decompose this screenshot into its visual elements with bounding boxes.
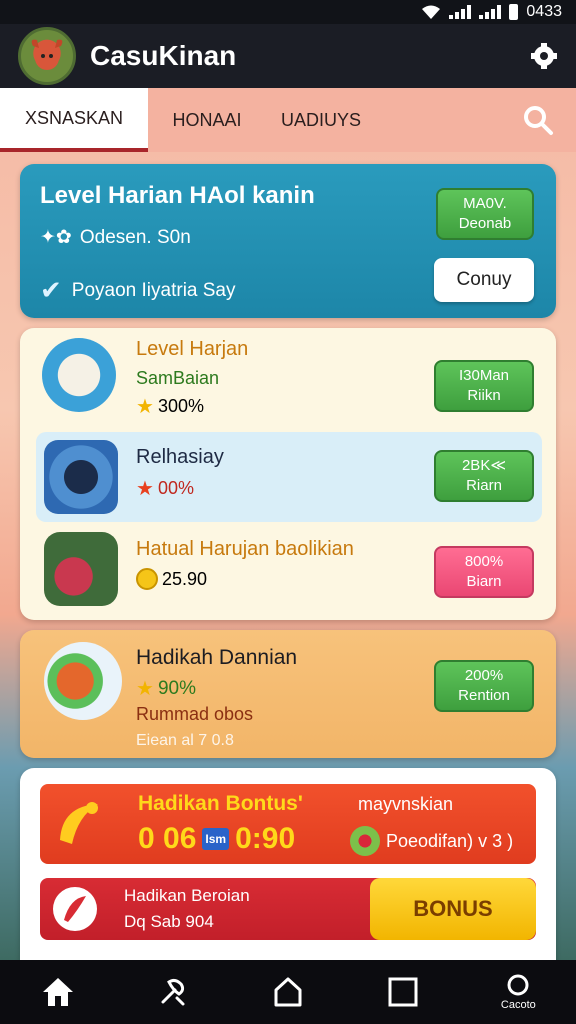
list-button-line1: 2BK≪	[461, 456, 507, 474]
list-button-line1: I30Man	[458, 366, 510, 384]
cake-icon	[42, 338, 116, 412]
app-title: CasuKinan	[90, 40, 237, 71]
hero-primary-line1: MA0V.	[463, 194, 507, 212]
bottom-nav: Cacoto	[0, 960, 576, 1024]
hero-primary-button[interactable]: MA0V. Deonab	[436, 188, 534, 240]
tab-3[interactable]: UADIUYS	[266, 88, 376, 152]
list-button-line2: Riarn	[466, 477, 502, 494]
search-icon[interactable]	[522, 104, 554, 136]
timer-mid: Ism	[202, 828, 230, 850]
hero-secondary-label: Conuy	[456, 269, 512, 291]
sparkle-icon: ✦✿	[40, 227, 72, 248]
tools-icon	[161, 978, 185, 1006]
bonus-timer: 0 06 Ism 0:90	[138, 822, 295, 856]
bonus-banner[interactable]: Hadikan Bontus' 0 06 Ism 0:90 mayvnskian…	[40, 784, 536, 864]
star-icon: ★	[136, 396, 154, 418]
bonus-button[interactable]: BONUS	[370, 878, 536, 940]
list-item-stat-value: 300%	[157, 396, 204, 416]
bonus-title: Hadikan Bontus'	[138, 792, 303, 815]
bonus-row[interactable]: Hadikan Beroian Dq Sab 904 BONUS	[40, 878, 536, 940]
coin-icon	[136, 568, 158, 590]
hero-check-text: Poyaon Iiyatria Say	[71, 279, 236, 301]
feature-stat: ★ 90%	[136, 676, 196, 701]
bonus-right-sub: Poeodifan) v 3 )	[386, 830, 514, 851]
bonus-button-label: BONUS	[413, 896, 493, 922]
bonus-row-title: Hadikan Beroian	[124, 886, 250, 905]
list-item-button[interactable]: 800% Biarn	[434, 546, 534, 598]
square-icon	[388, 977, 418, 1007]
profile-icon	[507, 974, 529, 996]
timer-left: 0 06	[138, 822, 197, 855]
banana-icon	[60, 802, 98, 844]
list-item-title: Level Harjan	[136, 338, 249, 360]
list-item-stat: 25.90	[136, 568, 207, 590]
nav-home[interactable]	[28, 964, 88, 1020]
feature-card[interactable]: Hadikah Dannian ★ 90% Rummad obos Eiean …	[20, 630, 556, 758]
status-time: 0433	[526, 3, 562, 20]
tab-2[interactable]: HONAAI	[148, 88, 266, 152]
feature-button[interactable]: 200% Rention	[434, 660, 534, 712]
daily-level-card: Level Harian HAol kanin ✦✿ Odesen. S0n ✔…	[20, 164, 556, 318]
list-item-subtitle: SamBaian	[136, 368, 220, 388]
status-bar: 0433	[0, 0, 576, 24]
signal-icon	[449, 5, 472, 19]
check-icon: ✔	[40, 275, 62, 305]
tab-bar: XSNASKAN HONAAI UADIUYS	[0, 88, 576, 152]
list-item-button[interactable]: 2BK≪ Riarn	[434, 450, 534, 502]
list-item-stat: ★ 00%	[136, 476, 194, 501]
feature-stat-value: 90%	[157, 677, 196, 699]
app-bar: CasuKinan	[0, 24, 576, 88]
star-icon: ★	[136, 678, 154, 700]
fruit-icon	[44, 642, 122, 720]
melon-icon	[350, 826, 380, 856]
hero-primary-line2: Deonab	[458, 215, 512, 232]
list-item-stat: ★ 300%	[136, 394, 204, 419]
feature-line2: Eiean al 7 0.8	[136, 732, 234, 749]
list-item[interactable]: Hatual Harujan baolikian 25.90 800% Biar…	[36, 524, 542, 614]
list-item-title: Relhasiay	[136, 446, 224, 468]
list-button-line2: Riikn	[467, 387, 501, 404]
star-icon: ★	[136, 478, 154, 500]
list-item-stat-value: 00%	[157, 478, 194, 498]
crab-avatar-icon[interactable]	[18, 27, 76, 85]
bonus-panel: Hadikan Bontus' 0 06 Ism 0:90 mayvnskian…	[20, 768, 556, 964]
feature-button-line1: 200%	[464, 666, 504, 684]
list-button-line2: Biarn	[466, 573, 502, 590]
signal-icon-2	[479, 5, 502, 19]
list-item-title: Hatual Harujan baolikian	[136, 538, 354, 560]
list-item[interactable]: Relhasiay ★ 00% 2BK≪ Riarn	[36, 432, 542, 522]
list-item[interactable]: Level Harjan SamBaian ★ 300% I30Man Riik…	[36, 334, 542, 424]
feature-button-line2: Rention	[458, 687, 510, 704]
list-button-line1: 800%	[464, 552, 504, 570]
chili-icon	[53, 887, 97, 931]
list-item-button[interactable]: I30Man Riikn	[434, 360, 534, 412]
bonus-right-title: mayvnskian	[358, 794, 454, 814]
level-list: Level Harjan SamBaian ★ 300% I30Man Riik…	[20, 328, 556, 620]
paintbrush-icon	[44, 532, 118, 606]
nav-profile[interactable]: Cacoto	[488, 964, 548, 1020]
nav-tools[interactable]	[143, 964, 203, 1020]
bonus-row-sub: Dq Sab 904	[124, 912, 214, 931]
bonus-right-sub-wrap: Poeodifan) v 3 )	[350, 826, 513, 856]
wifi-icon	[422, 5, 441, 19]
hero-secondary-button[interactable]: Conuy	[434, 258, 534, 302]
gear-icon[interactable]	[530, 42, 558, 70]
nav-recent[interactable]	[373, 964, 433, 1020]
home-icon	[42, 978, 73, 1006]
house-outline-icon	[274, 977, 302, 1007]
hero-subtitle-text: Odesen. S0n	[79, 226, 191, 248]
nav-profile-label: Cacoto	[500, 999, 536, 1011]
timer-right: 0:90	[235, 822, 296, 855]
feature-line1: Rummad obos	[136, 704, 254, 724]
list-item-stat-value: 25.90	[162, 568, 208, 589]
nav-house[interactable]	[258, 964, 318, 1020]
tab-1[interactable]: XSNASKAN	[0, 88, 148, 152]
feature-title: Hadikah Dannian	[136, 646, 298, 669]
camera-icon	[44, 440, 118, 514]
battery-icon	[509, 4, 519, 20]
